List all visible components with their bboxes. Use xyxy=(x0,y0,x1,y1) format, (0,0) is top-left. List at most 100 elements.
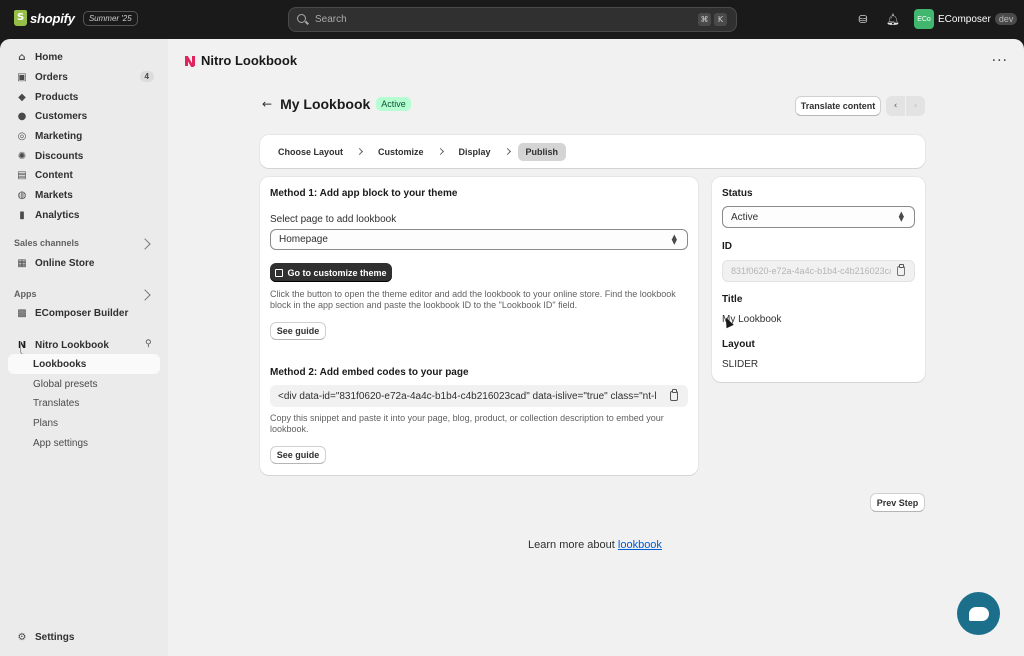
database-icon[interactable]: ⛁ xyxy=(856,12,870,26)
method1-see-guide-button[interactable]: See guide xyxy=(270,322,326,340)
method2-heading: Method 2: Add embed codes to your page xyxy=(270,367,469,378)
step-customize[interactable]: Customize xyxy=(370,143,432,161)
sidebar-sub-plans[interactable]: Plans xyxy=(8,413,160,433)
chat-button[interactable] xyxy=(957,592,1000,635)
page-header: ← My Lookbook Active xyxy=(262,96,411,112)
sidebar-item-label: Customers xyxy=(35,110,88,122)
sidebar-item-discounts[interactable]: ✺ Discounts xyxy=(8,146,160,166)
sidebar-item-ecomposer[interactable]: ▩ EComposer Builder xyxy=(8,303,160,323)
learn-more-prefix: Learn more about xyxy=(528,539,618,551)
sidebar-item-label: Orders xyxy=(35,71,68,83)
store-name: EComposer xyxy=(938,13,991,25)
store-icon: ▦ xyxy=(17,257,27,269)
page-title: My Lookbook xyxy=(280,96,371,112)
dev-badge: dev xyxy=(994,13,1018,25)
content-icon: ▤ xyxy=(17,169,27,181)
home-icon: ⌂ xyxy=(18,51,26,63)
sidebar-item-customers[interactable]: ● Customers xyxy=(8,106,160,126)
translate-content-button[interactable]: Translate content xyxy=(795,96,881,116)
method1-help-text: Click the button to open the theme edito… xyxy=(270,289,676,310)
sidebar-item-products[interactable]: ◆ Products xyxy=(8,87,160,107)
select-page-label: Select page to add lookbook xyxy=(270,214,397,225)
method2-see-guide-button[interactable]: See guide xyxy=(270,446,326,464)
back-arrow-icon[interactable]: ← xyxy=(262,97,272,111)
shopify-logo[interactable]: shopify Summer '25 xyxy=(14,10,138,26)
copy-id-icon[interactable] xyxy=(897,264,905,276)
step-publish[interactable]: Publish xyxy=(517,142,567,161)
tag-icon: ◆ xyxy=(18,91,26,103)
sidebar-item-content[interactable]: ▤ Content xyxy=(8,165,160,185)
step-display[interactable]: Display xyxy=(451,143,499,161)
target-icon: ◎ xyxy=(17,130,27,142)
status-select-value: Active xyxy=(731,211,759,223)
ecomposer-icon: ▩ xyxy=(17,307,27,319)
app-title-text: Nitro Lookbook xyxy=(201,53,298,68)
title-label: Title xyxy=(722,294,743,305)
more-options-icon[interactable]: ··· xyxy=(992,53,1008,69)
steps-bar: Choose Layout Customize Display Publish xyxy=(260,135,925,168)
status-label: Status xyxy=(722,188,753,199)
id-label: ID xyxy=(722,241,732,252)
sidebar-item-label: Settings xyxy=(35,631,75,643)
sidebar-item-marketing[interactable]: ◎ Marketing xyxy=(8,126,160,146)
sidebar-item-online-store[interactable]: ▦ Online Store xyxy=(8,253,160,273)
sidebar-item-label: Home xyxy=(35,51,63,63)
store-menu[interactable]: ECo EComposer dev xyxy=(914,9,1018,29)
sidebar-sub-app-settings[interactable]: App settings xyxy=(8,433,160,453)
person-icon: ● xyxy=(17,110,27,122)
k-key: K xyxy=(714,13,727,26)
customize-theme-button[interactable]: Go to customize theme xyxy=(270,263,392,282)
sidebar-sub-global-presets[interactable]: Global presets xyxy=(8,374,160,394)
logo-text: shopify xyxy=(30,10,75,26)
sidebar-item-label: Analytics xyxy=(35,209,80,221)
search-bar[interactable]: ⌘ K xyxy=(288,7,737,32)
bell-icon[interactable]: 🔔︎ xyxy=(886,12,900,26)
sidebar-item-settings[interactable]: ⚙ Settings xyxy=(8,627,160,647)
next-icon[interactable]: › xyxy=(906,96,925,116)
command-key: ⌘ xyxy=(698,13,711,26)
status-select[interactable]: Active ▲ ▼ xyxy=(722,206,915,228)
id-field[interactable]: 831f0620-e72a-4a4c-b1b4-c4b216023cad xyxy=(722,260,915,282)
globe-icon: ◍ xyxy=(17,189,27,201)
embed-code-field[interactable]: <div data-id="831f0620-e72a-4a4c-b1b4-c4… xyxy=(270,385,688,407)
pagination: ‹ › xyxy=(886,96,926,116)
sidebar-item-orders[interactable]: ▣ Orders 4 xyxy=(8,67,160,87)
learn-more-text: Learn more about lookbook xyxy=(528,539,662,551)
method2-help-text: Copy this snippet and paste it into your… xyxy=(270,413,664,434)
select-arrows-icon: ▲ ▼ xyxy=(671,232,677,246)
sidebar-sub-translates[interactable]: Translates xyxy=(8,393,160,413)
app-title: Nitro Lookbook xyxy=(184,53,298,68)
page-select[interactable]: Homepage ▲ ▼ xyxy=(270,229,688,250)
sidebar-item-home[interactable]: ⌂ Home xyxy=(8,47,160,67)
discount-icon: ✺ xyxy=(17,150,27,162)
prev-step-button[interactable]: Prev Step xyxy=(870,493,925,512)
sidebar-item-label: EComposer Builder xyxy=(35,307,129,319)
chevron-right-icon xyxy=(436,147,444,156)
gear-icon: ⚙ xyxy=(17,631,27,643)
pin-icon[interactable]: ⚲ xyxy=(145,339,154,349)
search-input[interactable] xyxy=(315,14,695,25)
lookbook-link[interactable]: lookbook xyxy=(618,539,662,551)
search-icon xyxy=(297,13,309,26)
sidebar-sub-lookbooks[interactable]: Lookbooks xyxy=(8,354,160,374)
sidebar-item-label: Markets xyxy=(35,189,73,201)
sidebar-item-nitro-lookbook[interactable]: N Nitro Lookbook xyxy=(8,335,160,355)
select-arrows-icon: ▲ ▼ xyxy=(898,210,904,223)
step-choose-layout[interactable]: Choose Layout xyxy=(270,143,351,161)
orders-count-badge: 4 xyxy=(139,71,154,82)
sidebar-item-markets[interactable]: ◍ Markets xyxy=(8,185,160,205)
main-content: Nitro Lookbook ··· ← My Lookbook Active … xyxy=(168,39,1024,656)
store-avatar: ECo xyxy=(914,9,934,29)
apps-expand-icon[interactable] xyxy=(139,289,151,301)
sidebar-item-label: Online Store xyxy=(35,257,95,269)
shopify-bag-icon xyxy=(14,10,27,26)
tree-connector xyxy=(20,341,28,355)
chart-icon: ▮ xyxy=(19,209,25,221)
copy-icon[interactable] xyxy=(670,389,678,401)
sidebar-item-label: Products xyxy=(35,91,79,103)
sidebar-item-analytics[interactable]: ▮ Analytics xyxy=(8,205,160,225)
sidebar-item-label: Discounts xyxy=(35,150,84,162)
previous-icon[interactable]: ‹ xyxy=(886,96,905,116)
sales-channels-expand-icon[interactable] xyxy=(139,238,151,250)
sidebar-item-label: Marketing xyxy=(35,130,83,142)
